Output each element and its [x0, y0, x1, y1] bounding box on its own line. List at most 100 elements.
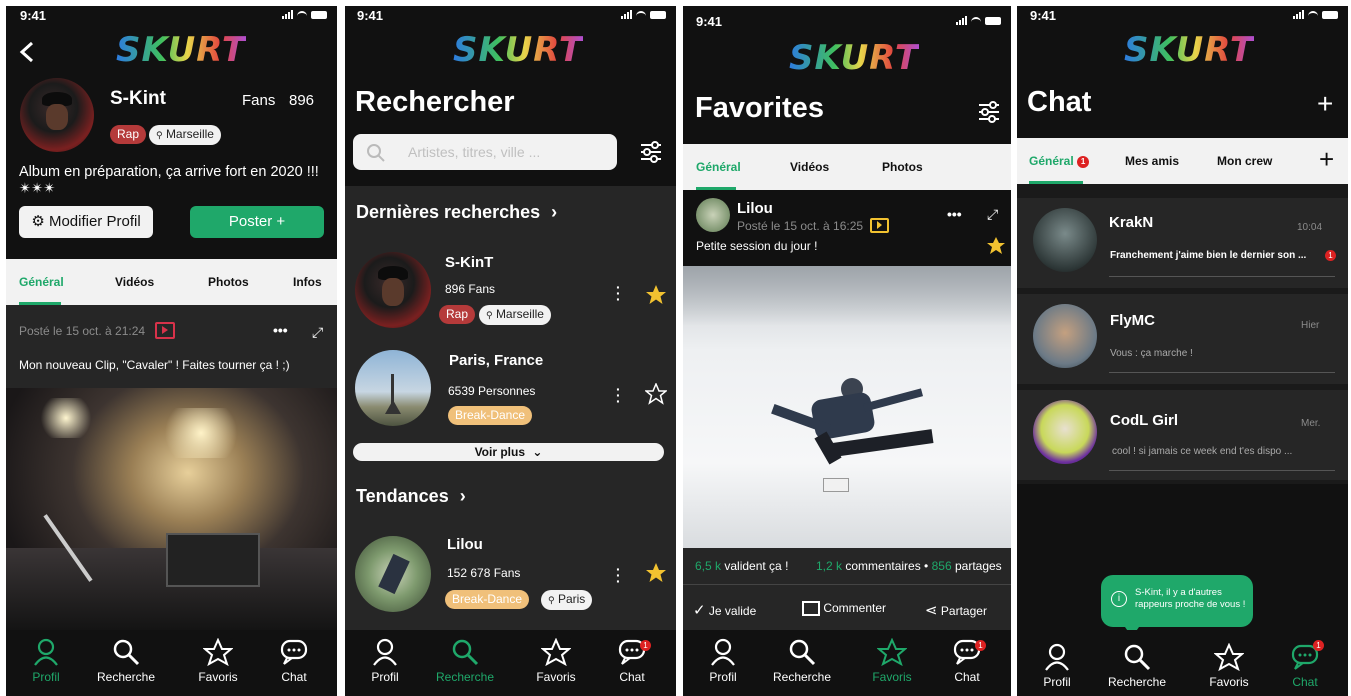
stat-comments[interactable]: 1,2 k commentaires • 856 partages [816, 559, 1002, 573]
post-meta: Posté le 15 oct. à 16:25 [737, 219, 864, 233]
conversation-avatar [1033, 400, 1097, 464]
location-pin-icon: ⚲ [548, 595, 555, 605]
tab-general[interactable]: Général [696, 160, 741, 174]
favorites-screen: 9:41 SKURT Favorites Général Vidéos Phot… [683, 6, 1011, 696]
trend-tag-city[interactable]: ⚲ Paris [541, 590, 593, 610]
recent-heading[interactable]: Dernières recherches › [356, 202, 557, 223]
nearby-tooltip[interactable]: i S-Kint, il y a d'autres rappeurs proch… [1101, 575, 1253, 637]
more-options-icon[interactable]: ••• [273, 322, 288, 338]
trend-tag-genre[interactable]: Break-Dance [445, 590, 530, 609]
star-filled-icon[interactable] [645, 284, 667, 306]
result-name[interactable]: Paris, France [449, 352, 543, 369]
nav-recherche[interactable]: Recherche [435, 638, 495, 684]
post-image-dancer[interactable] [683, 266, 1011, 548]
conversation-item[interactable]: KrakN 10:04 Franchement j'aime bien le d… [1017, 198, 1348, 288]
profile-screen: 9:41 SKURT S-Kint Fans 896 Rap ⚲ Marseil… [6, 6, 337, 696]
post-image-concert[interactable] [6, 388, 337, 630]
nav-favoris[interactable]: Favoris [1199, 643, 1259, 689]
edit-profile-button[interactable]: ⚙ Modifier Profil [19, 206, 153, 238]
tab-crew[interactable]: Mon crew [1217, 154, 1272, 168]
favorites-tabs: Général Vidéos Photos [683, 144, 1011, 190]
nav-recherche-label: Recherche [772, 670, 832, 684]
star-filled-icon[interactable] [986, 236, 1006, 256]
tab-infos[interactable]: Infos [293, 275, 322, 289]
trends-heading[interactable]: Tendances › [356, 486, 466, 507]
status-time: 9:41 [357, 8, 384, 23]
conversation-unread-badge: 1 [1325, 250, 1336, 261]
result-avatar-paris[interactable] [355, 350, 431, 426]
add-plus-icon[interactable]: + [1319, 144, 1334, 175]
conversation-avatar [1033, 208, 1097, 272]
page-title: Rechercher [355, 86, 515, 118]
result-tag-genre[interactable]: Rap [439, 305, 476, 324]
stat-likes[interactable]: 6,5 k valident ça ! [695, 559, 788, 573]
see-more-label: Voir plus [474, 445, 526, 459]
star-icon [541, 638, 571, 666]
nav-favoris[interactable]: Favoris [188, 638, 248, 684]
tab-friends[interactable]: Mes amis [1125, 154, 1179, 168]
nav-favoris[interactable]: Favoris [862, 638, 922, 684]
app-logo: SKURT [453, 30, 584, 70]
nav-chat[interactable]: Chat 1 [937, 638, 997, 684]
nav-recherche[interactable]: Recherche [96, 638, 156, 684]
nav-recherche[interactable]: Recherche [1107, 643, 1167, 689]
tab-general[interactable]: Général [19, 275, 64, 289]
nav-profil[interactable]: Profil [355, 638, 415, 684]
nav-recherche[interactable]: Recherche [772, 638, 832, 684]
nav-chat[interactable]: Chat 1 [602, 638, 662, 684]
star-outline-icon[interactable] [645, 383, 667, 405]
status-icons [956, 16, 1001, 25]
nav-profil[interactable]: Profil [1027, 643, 1087, 689]
nav-favoris-label: Favoris [536, 670, 576, 684]
result-tag-city[interactable]: ⚲ Marseille [479, 305, 551, 325]
comment-action[interactable]: Commenter [802, 601, 886, 617]
nav-chat-label: Chat [1292, 675, 1318, 689]
tab-videos[interactable]: Vidéos [115, 275, 154, 289]
more-options-icon[interactable]: ••• [947, 206, 962, 222]
star-icon [1214, 643, 1244, 671]
active-tab-indicator [19, 302, 61, 305]
tab-photos[interactable]: Photos [208, 275, 249, 289]
nav-profil[interactable]: Profil [693, 638, 753, 684]
filter-icon[interactable] [639, 140, 663, 164]
conversation-name: KrakN [1109, 214, 1154, 231]
result-avatar[interactable] [355, 252, 431, 328]
post-author[interactable]: Lilou [737, 200, 773, 217]
nav-chat[interactable]: Chat [264, 638, 324, 684]
trend-avatar[interactable] [355, 536, 431, 612]
conversation-preview: Vous : ça marche ! [1110, 348, 1193, 359]
kebab-menu-icon[interactable]: · · · [616, 280, 621, 306]
like-action[interactable]: ✓ Je valide [693, 601, 756, 619]
back-arrow-icon[interactable] [18, 40, 36, 64]
status-icons [282, 10, 327, 19]
search-icon [1124, 644, 1151, 671]
star-filled-icon[interactable] [645, 562, 667, 584]
kebab-menu-icon[interactable]: · · · [616, 562, 621, 588]
new-chat-plus-icon[interactable]: + [1317, 88, 1333, 120]
conversation-item[interactable]: CodL Girl Mer. cool ! si jamais ce week … [1017, 390, 1348, 480]
conversation-item[interactable]: FlyMC Hier Vous : ça marche ! [1017, 294, 1348, 384]
post-meta: Posté le 15 oct. à 21:24 [19, 324, 146, 338]
tab-photos[interactable]: Photos [882, 160, 923, 174]
see-more-button[interactable]: Voir plus ⌄ [353, 443, 664, 461]
author-avatar[interactable] [696, 198, 730, 232]
nav-profil[interactable]: Profil [16, 638, 76, 684]
nav-favoris[interactable]: Favoris [526, 638, 586, 684]
kebab-menu-icon[interactable]: · · · [616, 382, 621, 408]
nav-favoris-label: Favoris [1209, 675, 1249, 689]
post-button[interactable]: Poster + [190, 206, 324, 238]
result-tag-genre[interactable]: Break-Dance [448, 406, 533, 425]
share-action[interactable]: ⋖ Partager [925, 601, 987, 619]
expand-icon[interactable]: ⤢ [312, 324, 323, 341]
expand-icon[interactable]: ⤢ [987, 206, 998, 223]
tab-videos[interactable]: Vidéos [790, 160, 829, 174]
trend-name[interactable]: Lilou [447, 536, 483, 553]
nav-chat[interactable]: Chat 1 [1275, 640, 1335, 689]
tab-general[interactable]: Général 1 [1029, 154, 1090, 168]
filter-icon[interactable] [977, 100, 1001, 124]
tag-city[interactable]: ⚲ Marseille [149, 125, 221, 145]
page-title: Favorites [695, 92, 824, 124]
tag-genre[interactable]: Rap [110, 125, 147, 144]
result-name[interactable]: S-KinT [445, 254, 493, 271]
search-input[interactable]: Artistes, titres, ville ... [353, 134, 617, 170]
